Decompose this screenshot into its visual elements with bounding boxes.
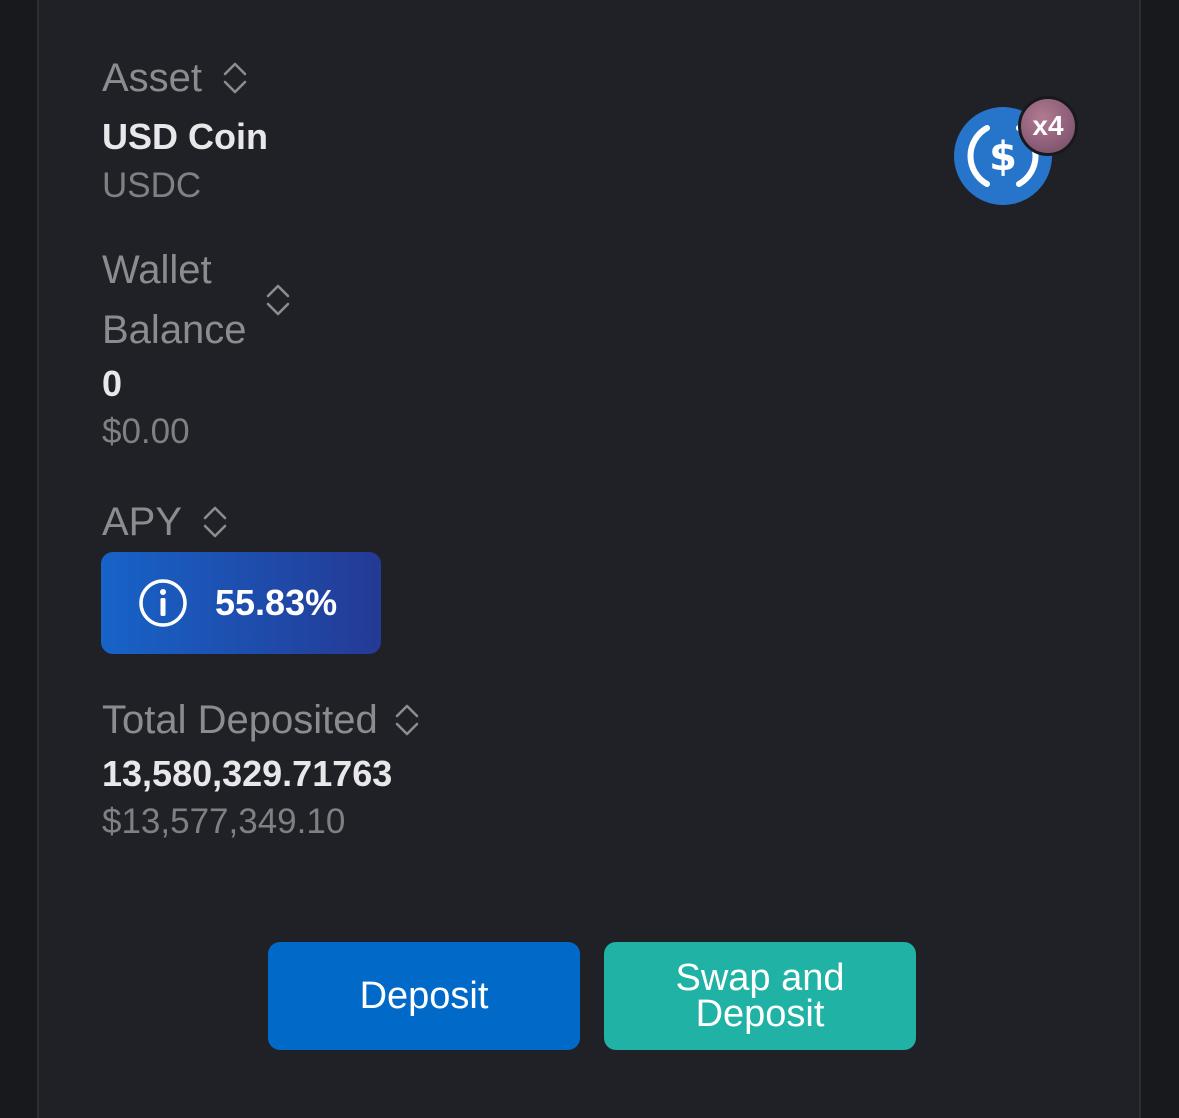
swap-and-deposit-button-label: Swap and Deposit [675, 957, 845, 1035]
asset-name: USD Coin [102, 116, 268, 157]
sort-icon [222, 60, 248, 96]
asset-card: Asset USD Coin USDC $ x4 Wallet Balance … [37, 0, 1141, 1118]
total-deposited-amount: 13,580,329.71763 [102, 753, 393, 794]
wallet-balance-label-line2: Balance [102, 308, 247, 352]
total-deposited-usd: $13,577,349.10 [102, 802, 346, 841]
wallet-balance-usd: $0.00 [102, 412, 190, 451]
wallet-balance-sort-header[interactable]: Wallet Balance [102, 240, 291, 360]
info-icon[interactable] [137, 577, 189, 629]
wallet-balance-amount: 0 [102, 363, 123, 404]
total-deposited-sort-header[interactable]: Total Deposited [102, 690, 420, 750]
asset-sort-header[interactable]: Asset [102, 48, 248, 108]
asset-symbol: USDC [102, 166, 202, 205]
apy-badge[interactable]: 55.83% [101, 552, 381, 654]
page: Asset USD Coin USDC $ x4 Wallet Balance … [0, 0, 1179, 1118]
sort-icon [265, 282, 291, 318]
sort-icon [394, 702, 420, 738]
asset-label: Asset [102, 56, 203, 100]
apy-label: APY [102, 500, 183, 544]
total-deposited-label: Total Deposited [102, 698, 378, 742]
apy-sort-header[interactable]: APY [102, 492, 228, 552]
deposit-button-label: Deposit [359, 975, 489, 1017]
wallet-balance-label-line1: Wallet [102, 248, 212, 292]
apy-value: 55.83% [215, 582, 338, 623]
deposit-button[interactable]: Deposit [268, 942, 580, 1050]
swap-and-deposit-button[interactable]: Swap and Deposit [604, 942, 916, 1050]
svg-text:$: $ [989, 134, 1017, 180]
multiplier-badge: x4 [1018, 96, 1078, 156]
sort-icon [202, 504, 228, 540]
